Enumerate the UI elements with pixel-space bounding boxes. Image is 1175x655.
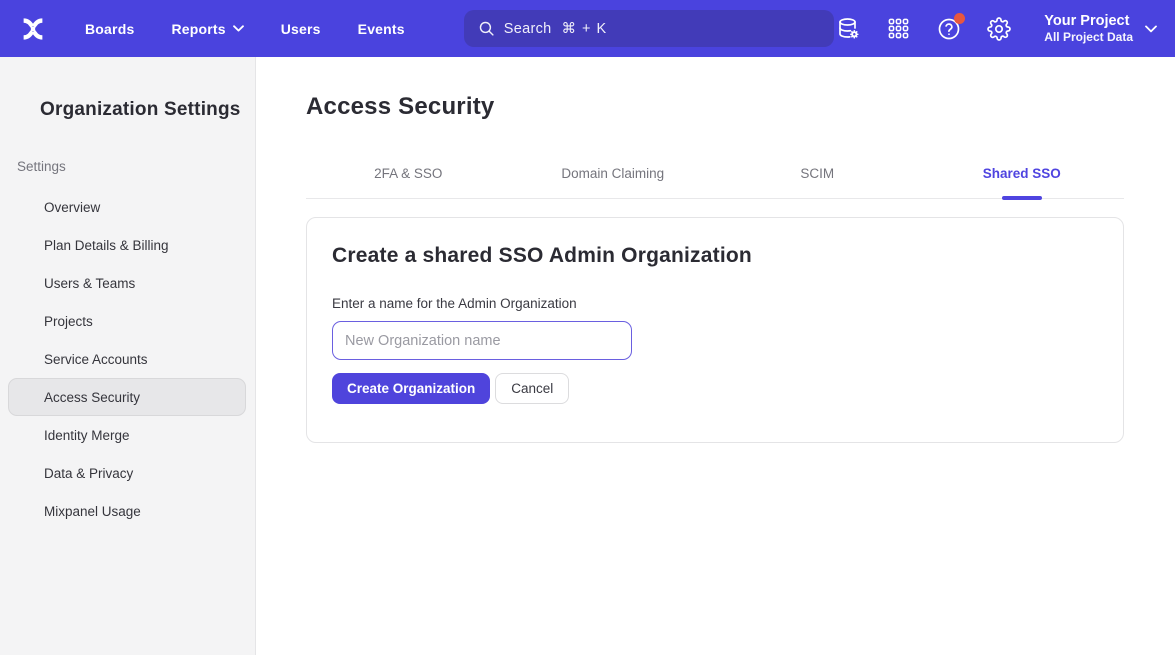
sidebar-item-label: Users & Teams bbox=[44, 276, 135, 291]
sidebar-section-label: Settings bbox=[0, 159, 255, 174]
org-name-field-label: Enter a name for the Admin Organization bbox=[332, 296, 1098, 311]
search-placeholder: Search bbox=[504, 21, 552, 37]
nav-label: Boards bbox=[85, 21, 134, 37]
sidebar-item-identity-merge[interactable]: Identity Merge bbox=[8, 416, 246, 454]
project-info: Your Project All Project Data bbox=[1044, 12, 1133, 45]
main-content: Access Security 2FA & SSO Domain Claimin… bbox=[256, 57, 1175, 655]
access-security-tabs: 2FA & SSO Domain Claiming SCIM Shared SS… bbox=[306, 152, 1124, 199]
project-selector[interactable]: Your Project All Project Data bbox=[1044, 12, 1157, 45]
nav-label: Users bbox=[281, 21, 321, 37]
sidebar-item-access-security[interactable]: Access Security bbox=[8, 378, 246, 416]
sidebar-title: Organization Settings bbox=[0, 99, 255, 121]
search-icon bbox=[478, 20, 495, 37]
create-organization-button[interactable]: Create Organization bbox=[332, 373, 490, 404]
tab-2fa-sso[interactable]: 2FA & SSO bbox=[306, 152, 511, 198]
settings-sidebar: Organization Settings Settings Overview … bbox=[0, 57, 256, 655]
tab-label: SCIM bbox=[800, 166, 834, 181]
sidebar-item-projects[interactable]: Projects bbox=[8, 302, 246, 340]
notification-dot bbox=[954, 13, 965, 24]
nav-item-users[interactable]: Users bbox=[281, 21, 321, 37]
card-title: Create a shared SSO Admin Organization bbox=[332, 244, 1098, 268]
sidebar-item-label: Overview bbox=[44, 200, 100, 215]
nav-label: Events bbox=[358, 21, 405, 37]
sidebar-item-label: Access Security bbox=[44, 390, 140, 405]
tab-shared-sso[interactable]: Shared SSO bbox=[920, 152, 1125, 198]
settings-gear-icon[interactable] bbox=[986, 16, 1011, 41]
tab-scim[interactable]: SCIM bbox=[715, 152, 920, 198]
project-scope: All Project Data bbox=[1044, 30, 1133, 45]
search-shortcut: ⌘ + K bbox=[562, 21, 608, 37]
sidebar-item-service-accounts[interactable]: Service Accounts bbox=[8, 340, 246, 378]
sidebar-item-label: Data & Privacy bbox=[44, 466, 133, 481]
sidebar-item-users-teams[interactable]: Users & Teams bbox=[8, 264, 246, 302]
project-name: Your Project bbox=[1044, 12, 1133, 30]
sidebar-item-label: Projects bbox=[44, 314, 93, 329]
data-management-icon[interactable] bbox=[836, 16, 861, 41]
page-title: Access Security bbox=[306, 93, 1124, 121]
nav-item-events[interactable]: Events bbox=[358, 21, 405, 37]
sidebar-item-mixpanel-usage[interactable]: Mixpanel Usage bbox=[8, 492, 246, 530]
sidebar-item-plan-details-billing[interactable]: Plan Details & Billing bbox=[8, 226, 246, 264]
sidebar-item-label: Identity Merge bbox=[44, 428, 130, 443]
tab-label: Domain Claiming bbox=[561, 166, 664, 181]
sidebar-item-label: Service Accounts bbox=[44, 352, 148, 367]
sidebar-item-label: Mixpanel Usage bbox=[44, 504, 141, 519]
tab-domain-claiming[interactable]: Domain Claiming bbox=[511, 152, 716, 198]
cancel-button[interactable]: Cancel bbox=[495, 373, 569, 404]
card-actions: Create Organization Cancel bbox=[332, 373, 1098, 404]
tab-label: 2FA & SSO bbox=[374, 166, 442, 181]
primary-nav: Boards Reports Users Events bbox=[85, 21, 405, 37]
sidebar-item-data-privacy[interactable]: Data & Privacy bbox=[8, 454, 246, 492]
nav-item-reports[interactable]: Reports bbox=[171, 21, 243, 37]
chevron-down-icon bbox=[1145, 25, 1157, 33]
top-navigation-bar: Boards Reports Users Events Search ⌘ + K bbox=[0, 0, 1175, 57]
sidebar-item-label: Plan Details & Billing bbox=[44, 238, 169, 253]
sidebar-item-overview[interactable]: Overview bbox=[8, 188, 246, 226]
nav-label: Reports bbox=[171, 21, 225, 37]
sidebar-items: Overview Plan Details & Billing Users & … bbox=[0, 188, 255, 530]
tab-label: Shared SSO bbox=[983, 166, 1061, 181]
mixpanel-logo-icon[interactable] bbox=[16, 12, 49, 45]
nav-item-boards[interactable]: Boards bbox=[85, 21, 134, 37]
create-shared-sso-card: Create a shared SSO Admin Organization E… bbox=[306, 217, 1124, 443]
help-icon[interactable] bbox=[936, 16, 961, 41]
app-grid-icon[interactable] bbox=[886, 16, 911, 41]
search-input[interactable]: Search ⌘ + K bbox=[464, 10, 834, 47]
org-name-input[interactable] bbox=[332, 321, 632, 360]
topbar-actions: Your Project All Project Data bbox=[836, 12, 1157, 45]
chevron-down-icon bbox=[233, 25, 244, 32]
